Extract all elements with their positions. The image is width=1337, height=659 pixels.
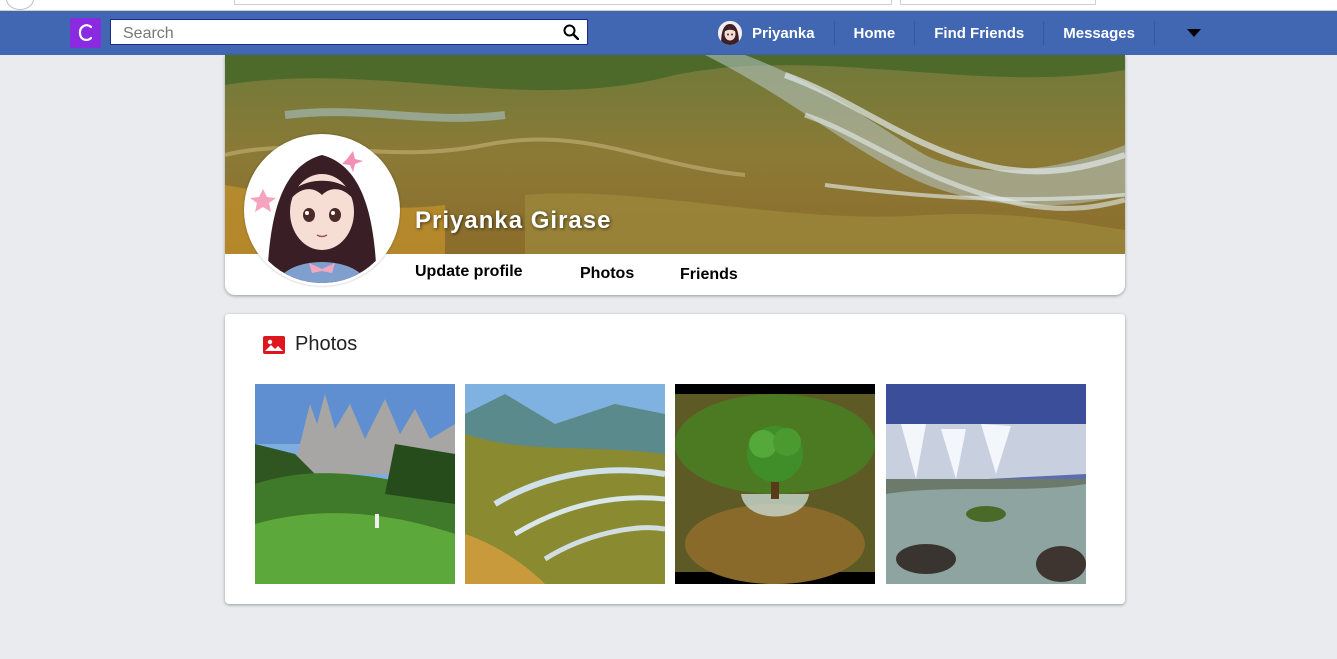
- search-input[interactable]: [121, 23, 555, 45]
- app-logo[interactable]: [70, 18, 101, 48]
- nav-find-friends[interactable]: Find Friends: [934, 25, 1024, 42]
- image-icon: [263, 335, 285, 354]
- nav-messages[interactable]: Messages: [1063, 25, 1135, 42]
- photos-header: Photos: [263, 333, 357, 356]
- photos-section: Photos: [225, 314, 1125, 604]
- profile-name: Priyanka Girase: [415, 207, 612, 234]
- photo-thumbnail[interactable]: [675, 384, 875, 584]
- nav-user-name: Priyanka: [752, 24, 815, 42]
- top-navbar: Priyanka Home Find Friends Messages: [0, 11, 1337, 55]
- browser-chrome-strip: [0, 0, 1337, 11]
- photo-thumbnail[interactable]: [886, 384, 1086, 584]
- divider: [1043, 21, 1045, 45]
- search-icon[interactable]: [563, 24, 579, 40]
- browser-address-bar[interactable]: [234, 0, 892, 5]
- nav-home[interactable]: Home: [854, 25, 896, 42]
- browser-button[interactable]: [6, 0, 34, 10]
- divider: [914, 21, 916, 45]
- avatar-image: [718, 21, 742, 45]
- profile-card: Priyanka Girase Update profile Photos Fr…: [225, 55, 1125, 295]
- tab-update-profile[interactable]: Update profile: [415, 263, 523, 281]
- nav-menu: Priyanka Home Find Friends Messages: [718, 11, 1201, 55]
- photo-thumbnail[interactable]: [465, 384, 665, 584]
- photos-title: Photos: [295, 333, 358, 355]
- caret-down-icon[interactable]: [1186, 29, 1201, 37]
- tab-photos[interactable]: Photos: [580, 265, 634, 283]
- profile-tabs: Update profile Photos Friends: [225, 254, 1125, 295]
- avatar: [718, 21, 742, 45]
- logo-c-icon: [78, 24, 92, 41]
- photo-thumbnail[interactable]: [255, 384, 455, 584]
- divider: [833, 21, 835, 45]
- divider: [1153, 21, 1155, 45]
- tab-friends[interactable]: Friends: [680, 266, 738, 284]
- search-box: [110, 19, 588, 45]
- nav-user-link[interactable]: Priyanka: [718, 21, 834, 45]
- browser-field[interactable]: [900, 0, 1096, 5]
